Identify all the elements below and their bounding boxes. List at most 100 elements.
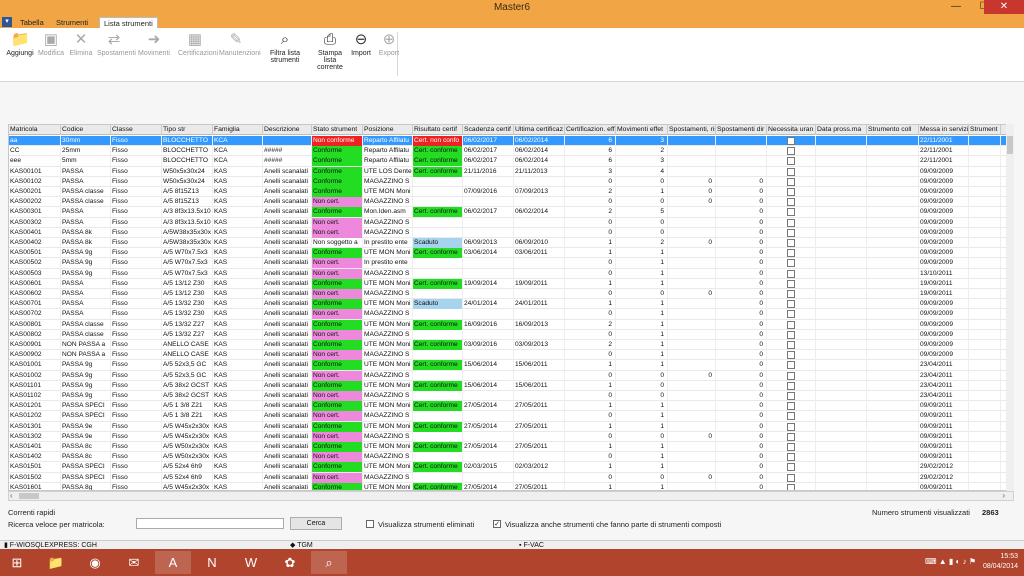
necessita-checkbox[interactable] xyxy=(787,137,795,145)
close-button[interactable]: ✕ xyxy=(984,0,1024,14)
toolbar-button-7[interactable]: ⌕ Filtra lista strumenti xyxy=(268,32,302,65)
necessita-checkbox[interactable] xyxy=(787,453,795,462)
table-row[interactable]: KAS01001 PASSA 9g Fisso A/5 52x3,5 GC KAS Ane… xyxy=(9,360,1013,371)
necessita-checkbox[interactable] xyxy=(787,239,795,247)
onenote-icon[interactable]: N xyxy=(194,551,230,574)
necessita-checkbox[interactable] xyxy=(787,473,795,482)
table-row[interactable]: KAS00801 PASSA classe Fisso A/5 13/32 Z27 KA… xyxy=(9,319,1013,330)
necessita-checkbox[interactable] xyxy=(787,412,795,421)
start-icon[interactable]: ⊞ xyxy=(2,551,32,574)
toolbar-button-8[interactable]: ⎙ Stampa lista corrente xyxy=(313,32,347,72)
explorer-icon[interactable]: 📁 xyxy=(38,551,74,574)
necessita-checkbox[interactable] xyxy=(787,198,795,207)
table-row[interactable]: KAS01502 PASSA SPECI Fisso A/5 52x4 6h9 KAS A… xyxy=(9,472,1013,483)
column-header[interactable]: Tipo str xyxy=(162,125,213,135)
horizontal-scroll-thumb[interactable] xyxy=(19,493,39,499)
column-header[interactable]: Famiglia xyxy=(213,125,263,135)
necessita-checkbox[interactable] xyxy=(787,402,795,411)
table-row[interactable]: KAS00101 PASSA Fisso W50x5x30x24 KAS Anelli s… xyxy=(9,166,1013,177)
table-row[interactable]: KAS01101 PASSA 9g Fisso A/5 38x2 GCST KAS Ane… xyxy=(9,380,1013,391)
necessita-checkbox[interactable] xyxy=(787,208,795,217)
column-header[interactable]: Strument xyxy=(969,125,1001,135)
column-header[interactable]: Stato strument xyxy=(312,125,363,135)
toolbar-button-10[interactable]: ⊕ Export xyxy=(372,32,406,58)
necessita-checkbox[interactable] xyxy=(787,218,795,227)
table-row[interactable]: KAS00301 PASSA Fisso A/3 8f3x13.5x10 KAS Anel… xyxy=(9,207,1013,218)
minimize-button[interactable]: — xyxy=(942,0,970,14)
table-row[interactable]: KAS00602 PASSA Fisso A/5 13/12 Z30 KAS Anelli… xyxy=(9,289,1013,300)
column-header[interactable]: Posizione xyxy=(363,125,413,135)
table-row[interactable]: KAS01601 PASSA 8g Fisso A/5 W45x2x30x KAS Ane… xyxy=(9,482,1013,490)
table-row[interactable]: KAS01302 PASSA 9e Fisso A/5 W45x2x30x KAS Ane… xyxy=(9,431,1013,442)
scroll-left-icon[interactable]: ‹ xyxy=(10,492,13,500)
table-row[interactable]: KAS00201 PASSA classe Fisso A/5 8f15Z13 KAS A… xyxy=(9,187,1013,198)
table-row[interactable]: KAS00601 PASSA Fisso A/5 13/12 Z30 KAS Anelli… xyxy=(9,278,1013,289)
table-row[interactable]: KAS01002 PASSA 9g Fisso A/5 52x3,5 GC KAS Ane… xyxy=(9,370,1013,381)
column-header[interactable]: Matricola xyxy=(9,125,61,135)
toolbar-button-4[interactable]: ➜ Movimenti xyxy=(137,32,171,58)
necessita-checkbox[interactable] xyxy=(787,330,795,339)
necessita-checkbox[interactable] xyxy=(787,361,795,370)
necessita-checkbox[interactable] xyxy=(787,381,795,390)
column-header[interactable]: Ultima certificaz xyxy=(514,125,565,135)
necessita-checkbox[interactable] xyxy=(787,259,795,268)
table-row[interactable]: KAS00702 PASSA Fisso A/5 13/32 Z30 KAS Anelli… xyxy=(9,309,1013,320)
table-row[interactable]: KAS00502 PASSA 9g Fisso A/5 W70x7.5x3 KAS Ane… xyxy=(9,258,1013,269)
table-row[interactable]: KAS00202 PASSA classe Fisso A/5 8f15Z13 KAS A… xyxy=(9,197,1013,208)
app-menu-button[interactable]: ▾ xyxy=(2,17,12,27)
toolbar-button-3[interactable]: ⇄ Spostamenti xyxy=(97,32,136,58)
scroll-right-icon[interactable]: › xyxy=(1002,492,1005,500)
column-header[interactable]: Spostamenti, ris xyxy=(668,125,716,135)
necessita-checkbox[interactable] xyxy=(787,422,795,431)
necessita-checkbox[interactable] xyxy=(787,341,795,349)
tab-lista-strumenti[interactable]: Lista strumenti xyxy=(99,17,158,28)
matricola-search-input[interactable] xyxy=(136,518,284,529)
table-row[interactable]: KAS01501 PASSA SPECI Fisso A/5 52x4 6h9 KAS A… xyxy=(9,462,1013,473)
column-header[interactable]: Certificazion. eff xyxy=(565,125,616,135)
necessita-checkbox[interactable] xyxy=(787,157,795,166)
table-row[interactable]: KAS00501 PASSA 9g Fisso A/5 W70x7.5x3 KAS Ane… xyxy=(9,248,1013,259)
toolbar-button-5[interactable]: ▦ Certificazioni xyxy=(178,32,218,58)
show-composite-checkbox[interactable]: ✓ xyxy=(493,520,501,528)
necessita-checkbox[interactable] xyxy=(787,147,795,156)
column-header[interactable]: Data pross.ma xyxy=(816,125,867,135)
column-header[interactable]: Scadenza certif xyxy=(463,125,514,135)
necessita-checkbox[interactable] xyxy=(787,290,795,298)
table-row[interactable]: KAS00901 NON PASSA a Fisso ANELLO CASE KAS An… xyxy=(9,340,1013,351)
table-row[interactable]: KAS01301 PASSA 9e Fisso A/5 W45x2x30x KAS Ane… xyxy=(9,421,1013,432)
necessita-checkbox[interactable] xyxy=(787,432,795,441)
search-button[interactable]: Cerca xyxy=(290,517,342,530)
table-row[interactable]: CC 25mm Fisso BLOCCHETTO KCA ##### Conforme Rep… xyxy=(9,146,1013,157)
vertical-scrollbar[interactable] xyxy=(1006,124,1014,491)
table-row[interactable]: KAS01402 PASSA 8c Fisso A/5 W50x2x30x KAS Ane… xyxy=(9,452,1013,463)
tab-strumenti[interactable]: Strumenti xyxy=(52,17,92,28)
table-row[interactable]: KAS01201 PASSA SPECI Fisso A/5 1 3/8 Z21 KAS… xyxy=(9,401,1013,412)
paint-icon[interactable]: ✿ xyxy=(272,551,308,574)
search-app-icon[interactable]: ⌕ xyxy=(311,551,347,574)
necessita-checkbox[interactable] xyxy=(787,483,795,490)
necessita-checkbox[interactable] xyxy=(787,300,795,309)
necessita-checkbox[interactable] xyxy=(787,351,795,360)
necessita-checkbox[interactable] xyxy=(787,392,795,400)
necessita-checkbox[interactable] xyxy=(787,188,795,196)
column-header[interactable]: Classe xyxy=(111,125,162,135)
table-row[interactable]: KAS00701 PASSA Fisso A/5 13/32 Z30 KAS Anelli… xyxy=(9,299,1013,310)
horizontal-scrollbar[interactable]: ‹ › xyxy=(8,491,1014,501)
table-row[interactable]: KAS00402 PASSA 8k Fisso A/5W38x35x30x KAS Ane… xyxy=(9,238,1013,249)
toolbar-button-6[interactable]: ✎ Manutenzioni xyxy=(219,32,261,58)
column-header[interactable]: Movimenti effet xyxy=(616,125,668,135)
firefox-icon[interactable]: ◉ xyxy=(77,551,113,574)
toolbar-button-0[interactable]: 📁 Aggiungi xyxy=(3,32,37,58)
toolbar-button-1[interactable]: ▣ Modifica xyxy=(34,32,68,58)
outlook-icon[interactable]: ✉ xyxy=(116,551,152,574)
column-header[interactable]: Messa in servizi xyxy=(919,125,969,135)
table-row[interactable]: KAS00401 PASSA 8k Fisso A/5W38x35x30x KAS Ane… xyxy=(9,227,1013,238)
column-header[interactable]: Strumento coll xyxy=(867,125,919,135)
access-icon[interactable]: A xyxy=(155,551,191,574)
necessita-checkbox[interactable] xyxy=(787,310,795,319)
column-header[interactable]: Codice xyxy=(61,125,111,135)
necessita-checkbox[interactable] xyxy=(787,167,795,176)
column-header[interactable]: Risultato certif xyxy=(413,125,463,135)
necessita-checkbox[interactable] xyxy=(787,320,795,329)
necessita-checkbox[interactable] xyxy=(787,177,795,186)
